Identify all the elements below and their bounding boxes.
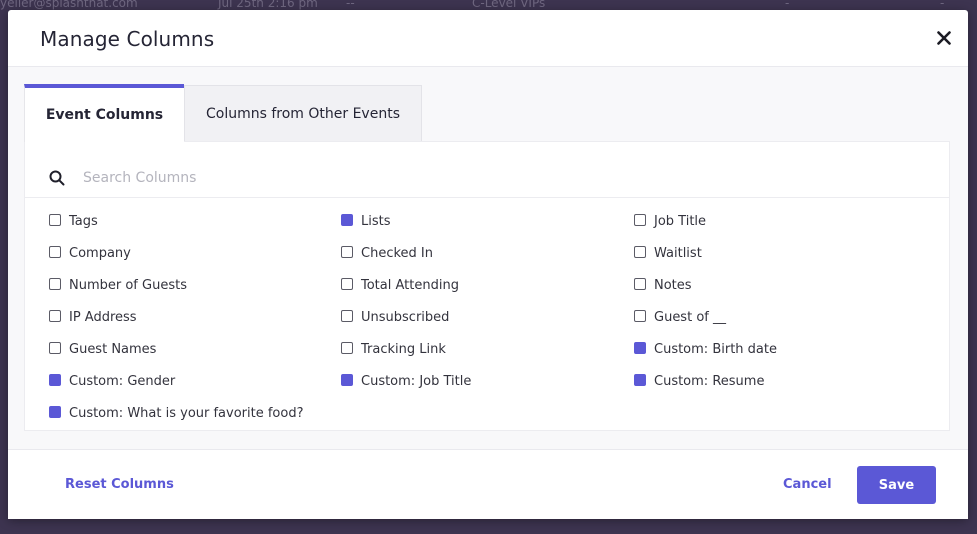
column-option-label: Unsubscribed — [361, 309, 450, 325]
background-list: C-Level VIPs — [472, 0, 546, 10]
column-option[interactable]: Tags — [49, 206, 341, 238]
cancel-button[interactable]: Cancel — [783, 477, 832, 492]
column-option-label: Guest Names — [69, 341, 157, 357]
column-option[interactable]: Custom: Birth date — [634, 334, 929, 366]
background-dash-2: - — [785, 0, 790, 10]
column-option-label: Lists — [361, 213, 391, 229]
checkbox[interactable] — [634, 342, 646, 354]
checkbox[interactable] — [341, 278, 353, 290]
checkbox[interactable] — [341, 246, 353, 258]
column-option-label: Tracking Link — [361, 341, 446, 357]
background-dash-3: - — [940, 0, 945, 10]
checkbox[interactable] — [634, 246, 646, 258]
column-option[interactable]: Waitlist — [634, 238, 929, 270]
column-option[interactable]: Custom: Resume — [634, 366, 929, 398]
checkbox[interactable] — [634, 374, 646, 386]
column-option[interactable]: Guest Names — [49, 334, 341, 366]
column-option-label: Notes — [654, 277, 692, 293]
column-option-label: Custom: Gender — [69, 373, 176, 389]
tab-label: Event Columns — [45, 107, 164, 123]
modal-title: Manage Columns — [40, 27, 215, 51]
column-option[interactable]: Tracking Link — [341, 334, 634, 366]
checkbox[interactable] — [634, 214, 646, 226]
checkbox[interactable] — [49, 374, 61, 386]
column-option-label: Waitlist — [654, 245, 702, 261]
tab-columns-from-other-events[interactable]: Columns from Other Events — [184, 85, 422, 141]
column-option-label: Company — [69, 245, 131, 261]
column-option[interactable]: Custom: Job Title — [341, 366, 634, 398]
manage-columns-modal: Manage Columns Event Columns Columns fro… — [8, 10, 968, 519]
checkbox[interactable] — [49, 406, 61, 418]
column-option-label: Custom: What is your favorite food? — [69, 405, 304, 421]
column-option[interactable]: Checked In — [341, 238, 634, 270]
column-option[interactable]: Number of Guests — [49, 270, 341, 302]
checkbox[interactable] — [49, 214, 61, 226]
background-email: yeller@splashthat.com — [0, 0, 138, 10]
column-option[interactable]: Unsubscribed — [341, 302, 634, 334]
column-option[interactable]: Job Title — [634, 206, 929, 238]
columns-panel: Tags Lists Job Title Company Checked In … — [24, 141, 950, 431]
column-option[interactable]: IP Address — [49, 302, 341, 334]
checkbox[interactable] — [341, 214, 353, 226]
reset-columns-button[interactable]: Reset Columns — [65, 477, 174, 492]
checkbox[interactable] — [49, 342, 61, 354]
column-options-grid: Tags Lists Job Title Company Checked In … — [49, 206, 929, 430]
column-option[interactable]: Company — [49, 238, 341, 270]
checkbox[interactable] — [341, 310, 353, 322]
column-option[interactable]: Lists — [341, 206, 634, 238]
close-icon — [937, 31, 951, 45]
column-option-label: Checked In — [361, 245, 433, 261]
column-option[interactable]: Custom: What is your favorite food? — [49, 398, 341, 430]
column-option-label: Guest of __ — [654, 309, 726, 325]
modal-header: Manage Columns — [8, 10, 968, 67]
column-option[interactable]: Total Attending — [341, 270, 634, 302]
checkbox[interactable] — [49, 278, 61, 290]
tab-label: Columns from Other Events — [206, 105, 400, 122]
column-option[interactable]: Notes — [634, 270, 929, 302]
column-option-label: Total Attending — [361, 277, 459, 293]
close-button[interactable] — [932, 26, 956, 50]
checkbox[interactable] — [634, 278, 646, 290]
modal-body: Event Columns Columns from Other Events … — [8, 67, 968, 449]
modal-footer: Reset Columns Cancel Save — [8, 449, 968, 519]
checkbox[interactable] — [634, 310, 646, 322]
column-option-label: Custom: Resume — [654, 373, 765, 389]
checkbox[interactable] — [49, 310, 61, 322]
column-option-label: Tags — [69, 213, 98, 229]
column-option-label: Custom: Birth date — [654, 341, 777, 357]
column-option-label: Number of Guests — [69, 277, 187, 293]
checkbox[interactable] — [341, 342, 353, 354]
background-dash: -- — [346, 0, 355, 10]
save-button[interactable]: Save — [857, 466, 936, 504]
tab-event-columns[interactable]: Event Columns — [24, 84, 184, 142]
checkbox[interactable] — [49, 246, 61, 258]
column-option[interactable]: Custom: Gender — [49, 366, 341, 398]
search-row — [25, 142, 949, 198]
background-date: Jul 25th 2:16 pm — [218, 0, 318, 10]
column-option-label: Job Title — [654, 213, 707, 229]
checkbox[interactable] — [341, 374, 353, 386]
search-icon — [49, 170, 65, 186]
tab-bar: Event Columns Columns from Other Events — [24, 84, 424, 142]
column-option-label: Custom: Job Title — [361, 373, 472, 389]
column-option-label: IP Address — [69, 309, 137, 325]
column-option[interactable]: Guest of __ — [634, 302, 929, 334]
search-input[interactable] — [81, 166, 585, 190]
